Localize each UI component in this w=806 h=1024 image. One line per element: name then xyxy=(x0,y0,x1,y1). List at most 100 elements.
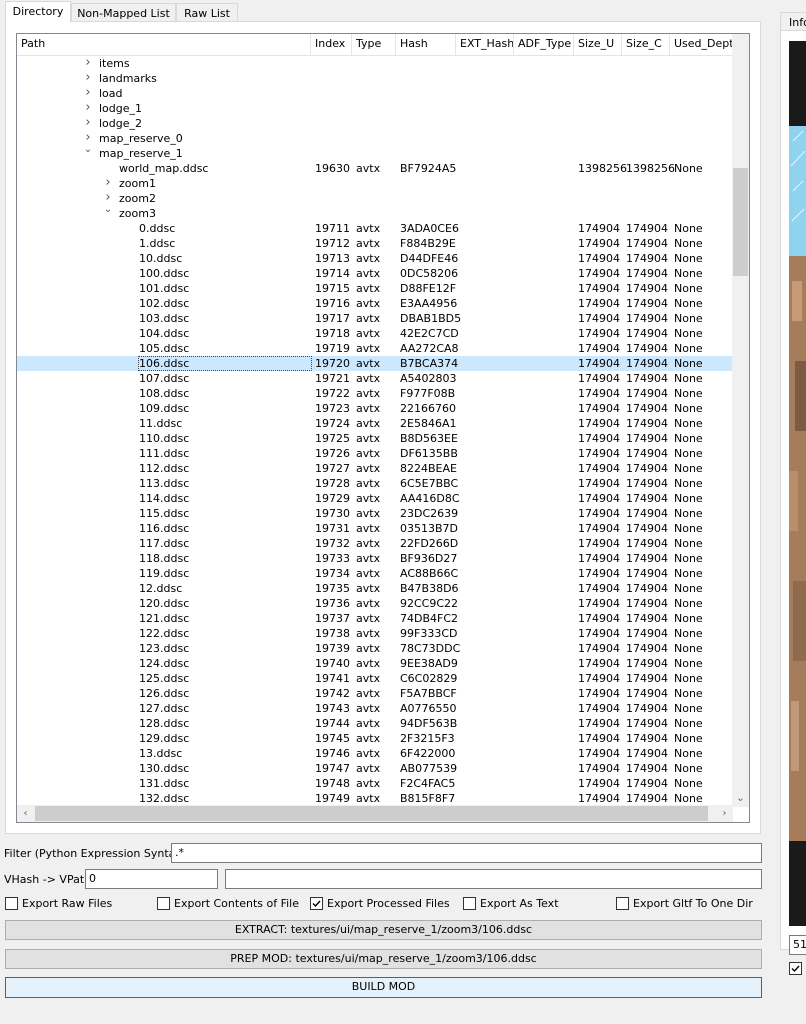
tree-row[interactable]: ⌄ map_reserve_1 xyxy=(17,145,733,161)
directory-tree[interactable]: Path Index Type Hash EXT_Hash ADF_Type S… xyxy=(16,33,750,823)
tree-row[interactable]: ⌄ zoom3 xyxy=(17,205,733,221)
tree-row[interactable]: 113.ddsc 19728 avtx 6C5E7BBC 174904 174904 Non… xyxy=(17,476,733,491)
horizontal-scroll-thumb[interactable] xyxy=(35,806,708,821)
tree-row[interactable]: 116.ddsc 19731 avtx 03513B7D 174904 174904 Non… xyxy=(17,521,733,536)
chevron-right-icon[interactable]: › xyxy=(82,86,94,101)
vertical-scrollbar[interactable]: ⌄ xyxy=(732,34,749,807)
checkbox-export-raw-files[interactable] xyxy=(5,897,18,910)
prep-mod-button[interactable]: PREP MOD: textures/ui/map_reserve_1/zoom… xyxy=(5,949,762,969)
tree-row[interactable]: › lodge_2 xyxy=(17,116,733,131)
checkbox-export-processed-files[interactable] xyxy=(310,897,323,910)
tree-row[interactable]: 100.ddsc 19714 avtx 0DC58206 174904 174904 Non… xyxy=(17,266,733,281)
tree-row[interactable]: 0.ddsc 19711 avtx 3ADA0CE6 174904 174904 None xyxy=(17,221,733,236)
tree-row[interactable]: 11.ddsc 19724 avtx 2E5846A1 174904 174904 None xyxy=(17,416,733,431)
checkbox-label[interactable]: Export Processed Files xyxy=(327,897,450,910)
tree-row[interactable]: 127.ddsc 19743 avtx A0776550 174904 174904 Non… xyxy=(17,701,733,716)
vhash-input[interactable]: 0 xyxy=(85,869,218,889)
tree-row[interactable]: 123.ddsc 19739 avtx 78C73DDC 174904 174904 Non… xyxy=(17,641,733,656)
chevron-down-icon[interactable]: ⌄ xyxy=(82,145,94,161)
chevron-right-icon[interactable]: › xyxy=(82,56,94,71)
tree-row[interactable]: 121.ddsc 19737 avtx 74DB4FC2 174904 174904 Non… xyxy=(17,611,733,626)
tree-row[interactable]: 114.ddsc 19729 avtx AA416D8C 174904 174904 Non… xyxy=(17,491,733,506)
scroll-up-icon[interactable] xyxy=(732,34,749,51)
tree-row[interactable]: 104.ddsc 19718 avtx 42E2C7CD 174904 174904 Non… xyxy=(17,326,733,341)
tab-directory[interactable]: Directory xyxy=(5,1,71,22)
row-hash: F884B29E xyxy=(400,237,456,250)
tree-row[interactable]: 119.ddsc 19734 avtx AC88B66C 174904 174904 Non… xyxy=(17,566,733,581)
tree-row[interactable]: 126.ddsc 19742 avtx F5A7BBCF 174904 174904 Non… xyxy=(17,686,733,701)
chevron-right-icon[interactable]: › xyxy=(82,101,94,116)
checkbox-label[interactable]: Export Raw Files xyxy=(22,897,112,910)
tab-non-mapped-list[interactable]: Non-Mapped List xyxy=(71,3,176,22)
checkbox-export-gltf-to-one-dir[interactable] xyxy=(616,897,629,910)
tree-row[interactable]: › zoom2 xyxy=(17,191,733,206)
tree-row[interactable]: 129.ddsc 19745 avtx 2F3215F3 174904 174904 Non… xyxy=(17,731,733,746)
tree-row[interactable]: 106.ddsc 19720 avtx B7BCA374 174904 174904 Non… xyxy=(17,356,733,371)
tree-rows: › items › landmarks › load › lodge_1 › lodge_2 › ma… xyxy=(17,56,733,808)
tree-row[interactable]: › lodge_1 xyxy=(17,101,733,116)
column-header-index[interactable]: Index xyxy=(311,34,352,55)
tab-info[interactable]: Info xyxy=(780,12,806,31)
column-header-used-depth[interactable]: Used_Depth xyxy=(670,34,733,55)
column-header-adf-type[interactable]: ADF_Type xyxy=(514,34,574,55)
tree-row[interactable]: › items xyxy=(17,56,733,71)
column-header-type[interactable]: Type xyxy=(352,34,396,55)
tree-row[interactable]: 107.ddsc 19721 avtx A5402803 174904 174904 Non… xyxy=(17,371,733,386)
tree-row[interactable]: 130.ddsc 19747 avtx AB077539 174904 174904 Non… xyxy=(17,761,733,776)
tree-row[interactable]: › landmarks xyxy=(17,71,733,86)
chevron-right-icon[interactable]: › xyxy=(102,176,114,191)
tree-row[interactable]: 118.ddsc 19733 avtx BF936D27 174904 174904 Non… xyxy=(17,551,733,566)
tree-row[interactable]: 10.ddsc 19713 avtx D44DFE46 174904 174904 None xyxy=(17,251,733,266)
tree-row[interactable]: 112.ddsc 19727 avtx 8224BEAE 174904 174904 Non… xyxy=(17,461,733,476)
tree-row[interactable]: 128.ddsc 19744 avtx 94DF563B 174904 174904 Non… xyxy=(17,716,733,731)
tree-row[interactable]: 108.ddsc 19722 avtx F977F08B 174904 174904 Non… xyxy=(17,386,733,401)
checkbox-label[interactable]: Export Contents of File xyxy=(174,897,299,910)
tree-row[interactable]: › load xyxy=(17,86,733,101)
tree-row[interactable]: 117.ddsc 19732 avtx 22FD266D 174904 174904 Non… xyxy=(17,536,733,551)
scroll-down-icon[interactable]: ⌄ xyxy=(732,790,749,807)
tree-row[interactable]: 125.ddsc 19741 avtx C6C02829 174904 174904 Non… xyxy=(17,671,733,686)
checkbox-export-as-text[interactable] xyxy=(463,897,476,910)
tree-row[interactable]: 102.ddsc 19716 avtx E3AA4956 174904 174904 Non… xyxy=(17,296,733,311)
tree-row[interactable]: 109.ddsc 19723 avtx 22166760 174904 174904 Non… xyxy=(17,401,733,416)
tree-row[interactable]: world_map.ddsc 19630 avtx BF7924A5 1398256 13… xyxy=(17,161,733,176)
tree-row[interactable]: 1.ddsc 19712 avtx F884B29E 174904 174904 None xyxy=(17,236,733,251)
chevron-down-icon[interactable]: ⌄ xyxy=(102,205,114,221)
tree-row[interactable]: 101.ddsc 19715 avtx D88FE12F 174904 174904 Non… xyxy=(17,281,733,296)
column-header-size-c[interactable]: Size_C xyxy=(622,34,670,55)
vertical-scroll-thumb[interactable] xyxy=(733,168,748,276)
chevron-right-icon[interactable]: › xyxy=(82,116,94,131)
horizontal-scrollbar[interactable]: ‹ › xyxy=(17,805,733,822)
build-mod-button[interactable]: BUILD MOD xyxy=(5,977,762,998)
scroll-left-icon[interactable]: ‹ xyxy=(17,805,34,822)
tree-row[interactable]: 13.ddsc 19746 avtx 6F422000 174904 174904 None xyxy=(17,746,733,761)
checkbox-export-contents-of-file[interactable] xyxy=(157,897,170,910)
tree-row[interactable]: 103.ddsc 19717 avtx DBAB1BD5 174904 174904 Non… xyxy=(17,311,733,326)
tree-row[interactable]: 124.ddsc 19740 avtx 9EE38AD9 174904 174904 Non… xyxy=(17,656,733,671)
tree-row[interactable]: 105.ddsc 19719 avtx AA272CA8 174904 174904 Non… xyxy=(17,341,733,356)
extract-button[interactable]: EXTRACT: textures/ui/map_reserve_1/zoom3… xyxy=(5,920,762,940)
tree-row[interactable]: › zoom1 xyxy=(17,176,733,191)
column-header-size-u[interactable]: Size_U xyxy=(574,34,622,55)
filter-input[interactable]: .* xyxy=(171,843,762,863)
scroll-right-icon[interactable]: › xyxy=(716,805,733,822)
column-header-path[interactable]: Path xyxy=(17,34,311,55)
preview-size-field[interactable]: 512 xyxy=(789,935,806,955)
checkbox-label[interactable]: Export As Text xyxy=(480,897,559,910)
tree-row[interactable]: 131.ddsc 19748 avtx F2C4FAC5 174904 174904 Non… xyxy=(17,776,733,791)
column-header-ext-hash[interactable]: EXT_Hash xyxy=(456,34,514,55)
column-header-hash[interactable]: Hash xyxy=(396,34,456,55)
tree-row[interactable]: 110.ddsc 19725 avtx B8D563EE 174904 174904 Non… xyxy=(17,431,733,446)
tree-row[interactable]: 122.ddsc 19738 avtx 99F333CD 174904 174904 Non… xyxy=(17,626,733,641)
tree-row[interactable]: 12.ddsc 19735 avtx B47B38D6 174904 174904 None xyxy=(17,581,733,596)
tab-raw-list[interactable]: Raw List xyxy=(176,3,238,22)
tree-row[interactable]: 115.ddsc 19730 avtx 23DC2639 174904 174904 Non… xyxy=(17,506,733,521)
chevron-right-icon[interactable]: › xyxy=(82,71,94,86)
preview-checkbox[interactable] xyxy=(789,962,802,975)
tree-row[interactable]: 132.ddsc 19749 avtx B815F8F7 174904 174904 Non… xyxy=(17,791,733,806)
tree-row[interactable]: 120.ddsc 19736 avtx 92CC9C22 174904 174904 Non… xyxy=(17,596,733,611)
tree-row[interactable]: › map_reserve_0 xyxy=(17,131,733,146)
tree-row[interactable]: 111.ddsc 19726 avtx DF6135BB 174904 174904 Non… xyxy=(17,446,733,461)
checkbox-label[interactable]: Export Gltf To One Dir xyxy=(633,897,753,910)
vpath-output[interactable] xyxy=(225,869,762,889)
